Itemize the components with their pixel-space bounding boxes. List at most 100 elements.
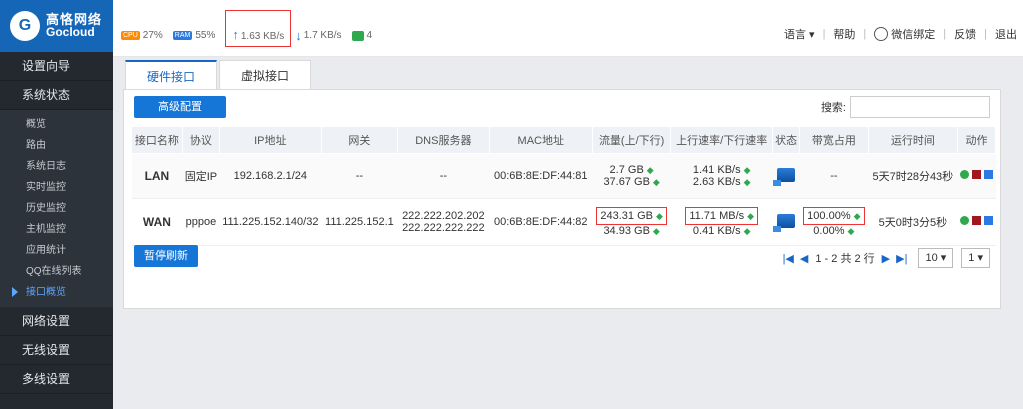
search-box: 搜索:	[821, 96, 990, 118]
submenu-interface-overview[interactable]: 接口概览	[0, 282, 113, 303]
logout-link[interactable]: 退出	[995, 26, 1017, 42]
submenu-route[interactable]: 路由	[0, 135, 113, 156]
cell-name: WAN	[131, 198, 183, 246]
col-gateway: 网关	[320, 126, 399, 154]
prev-page-icon[interactable]: ◀	[800, 252, 808, 265]
interface-tabs: 硬件接口 虚拟接口	[125, 60, 313, 92]
connected-monitor-icon	[773, 167, 796, 186]
cell-bandwidth: 100.00% ◆ 0.00% ◆	[799, 198, 869, 246]
cell-name: LAN	[131, 153, 183, 199]
wifi-clients-count: 4	[366, 30, 373, 41]
cell-bandwidth: --	[799, 153, 869, 199]
wifi-clients-icon	[351, 30, 364, 41]
cell-protocol: pppoe	[182, 198, 220, 246]
table-header-row: 接口名称 协议 IP地址 网关 DNS服务器 MAC地址 流量(上/下行) 上行…	[131, 126, 996, 154]
page-size-select[interactable]: 10 ▾	[918, 248, 954, 268]
table-row: WAN pppoe 111.225.152.140/32 111.225.152…	[131, 198, 996, 246]
refresh-icon[interactable]	[960, 170, 970, 179]
cell-traffic: 243.31 GB ◆ 34.93 GB ◆	[592, 198, 671, 246]
feedback-link[interactable]: 反馈	[954, 26, 976, 42]
first-page-icon[interactable]: |◀	[783, 252, 794, 265]
cloud-logo-icon: G	[10, 11, 40, 41]
search-input[interactable]	[850, 96, 990, 118]
menu-setup-wizard[interactable]: 设置向导	[0, 52, 113, 81]
col-ip: IP地址	[219, 126, 322, 154]
interface-panel: 高级配置 搜索: 接口名称 协议 IP地址 网关 DNS服务器 MAC地址 流量…	[123, 89, 1001, 309]
col-uptime: 运行时间	[867, 126, 959, 154]
system-status-submenu: 概览 路由 系统日志 实时监控 历史监控 主机监控 应用统计 QQ在线列表 接口…	[0, 110, 113, 307]
edit-icon[interactable]	[984, 170, 994, 179]
col-name: 接口名称	[131, 126, 183, 154]
search-label: 搜索:	[820, 102, 846, 114]
cell-ip: 111.225.152.140/32	[219, 198, 322, 246]
system-stats: CPU 27% RAM 55% ↑ 1.63 KB/s ↓ 1.7 KB/s 4	[121, 10, 373, 47]
help-link[interactable]: 帮助	[833, 26, 855, 42]
cell-actions	[957, 198, 996, 246]
table-row: LAN 固定IP 192.168.2.1/24 -- -- 00:6B:8E:D…	[131, 153, 996, 199]
disconnect-icon[interactable]	[972, 170, 982, 179]
col-rate: 上行速率/下行速率	[670, 126, 774, 154]
col-status: 状态	[772, 126, 801, 154]
cell-traffic: 2.7 GB ◆ 37.67 GB ◆	[592, 153, 671, 199]
menu-system-status[interactable]: 系统状态	[0, 81, 113, 110]
menu-wireless-settings[interactable]: 无线设置	[0, 336, 113, 365]
col-traffic: 流量(上/下行)	[591, 126, 672, 154]
col-actions: 动作	[957, 126, 996, 154]
cell-gateway: --	[321, 153, 398, 199]
logo[interactable]: G 高恪网络 Gocloud	[0, 0, 113, 52]
wechat-icon	[874, 27, 889, 41]
pagination-info: 1 - 2 共 2 行	[815, 253, 875, 265]
submenu-history-monitor[interactable]: 历史监控	[0, 198, 113, 219]
interface-table: 接口名称 协议 IP地址 网关 DNS服务器 MAC地址 流量(上/下行) 上行…	[131, 126, 996, 246]
submenu-overview[interactable]: 概览	[0, 114, 113, 135]
submenu-app-stats[interactable]: 应用统计	[0, 240, 113, 261]
submenu-system-log[interactable]: 系统日志	[0, 156, 113, 177]
arrow-down-icon: ↓	[295, 28, 302, 43]
upload-rate-box: ↑ 1.63 KB/s	[225, 10, 292, 47]
language-link[interactable]: 语言 ▾	[784, 26, 815, 42]
cell-mac: 00:6B:8E:DF:44:81	[489, 153, 593, 199]
edit-icon[interactable]	[984, 216, 994, 225]
next-page-icon[interactable]: ▶	[882, 252, 890, 265]
cell-dns: --	[397, 153, 490, 199]
cell-actions	[957, 153, 996, 199]
cpu-icon: CPU	[121, 31, 140, 40]
submenu-qq-online[interactable]: QQ在线列表	[0, 261, 113, 282]
ram-icon: RAM	[172, 31, 193, 40]
logo-text-en: Gocloud	[46, 25, 95, 39]
top-links: 语言 ▾ | 帮助 | 微信绑定 | 反馈 | 退出	[783, 26, 1017, 42]
submenu-host-monitor[interactable]: 主机监控	[0, 219, 113, 240]
menu-multiline-settings[interactable]: 多线设置	[0, 365, 113, 394]
col-bandwidth: 带宽占用	[799, 126, 869, 154]
tab-virtual-interface[interactable]: 虚拟接口	[219, 60, 311, 91]
pause-refresh-button[interactable]: 暂停刷新	[134, 245, 198, 267]
cell-status	[772, 153, 800, 199]
sidebar: G 高恪网络 Gocloud 设置向导 系统状态 概览 路由 系统日志 实时监控…	[0, 0, 113, 409]
wechat-bind-link[interactable]: 微信绑定	[891, 26, 935, 42]
cell-uptime: 5天0时3分5秒	[868, 198, 958, 246]
refresh-icon[interactable]	[960, 216, 970, 225]
col-mac: MAC地址	[488, 126, 593, 154]
cell-rate: 11.71 MB/s ◆ 0.41 KB/s ◆	[670, 198, 773, 246]
disconnect-icon[interactable]	[972, 216, 982, 225]
cell-protocol: 固定IP	[182, 153, 220, 199]
cell-ip: 192.168.2.1/24	[219, 153, 322, 199]
advanced-config-button[interactable]: 高级配置	[134, 96, 226, 118]
menu-network-settings[interactable]: 网络设置	[0, 307, 113, 336]
upload-rate: 1.63 KB/s	[240, 31, 285, 42]
submenu-realtime-monitor[interactable]: 实时监控	[0, 177, 113, 198]
arrow-up-icon: ↑	[232, 27, 239, 42]
connected-monitor-icon	[773, 213, 796, 232]
col-dns: DNS服务器	[397, 126, 490, 154]
tab-hardware-interface[interactable]: 硬件接口	[125, 60, 217, 92]
top-bar: CPU 27% RAM 55% ↑ 1.63 KB/s ↓ 1.7 KB/s 4 语…	[113, 0, 1023, 57]
cell-gateway: 111.225.152.1	[321, 198, 398, 246]
cell-dns: 222.222.202.202 222.222.222.222	[397, 198, 490, 246]
cell-rate: 1.41 KB/s ◆ 2.63 KB/s ◆	[670, 153, 773, 199]
pagination: |◀ ◀ 1 - 2 共 2 行 ▶ ▶| 10 ▾ 1 ▾	[780, 248, 990, 268]
cell-uptime: 5天7时28分43秒	[868, 153, 958, 199]
page-select[interactable]: 1 ▾	[961, 248, 990, 268]
ram-usage: 55%	[195, 30, 216, 41]
last-page-icon[interactable]: ▶|	[896, 252, 907, 265]
cpu-usage: 27%	[142, 30, 163, 41]
